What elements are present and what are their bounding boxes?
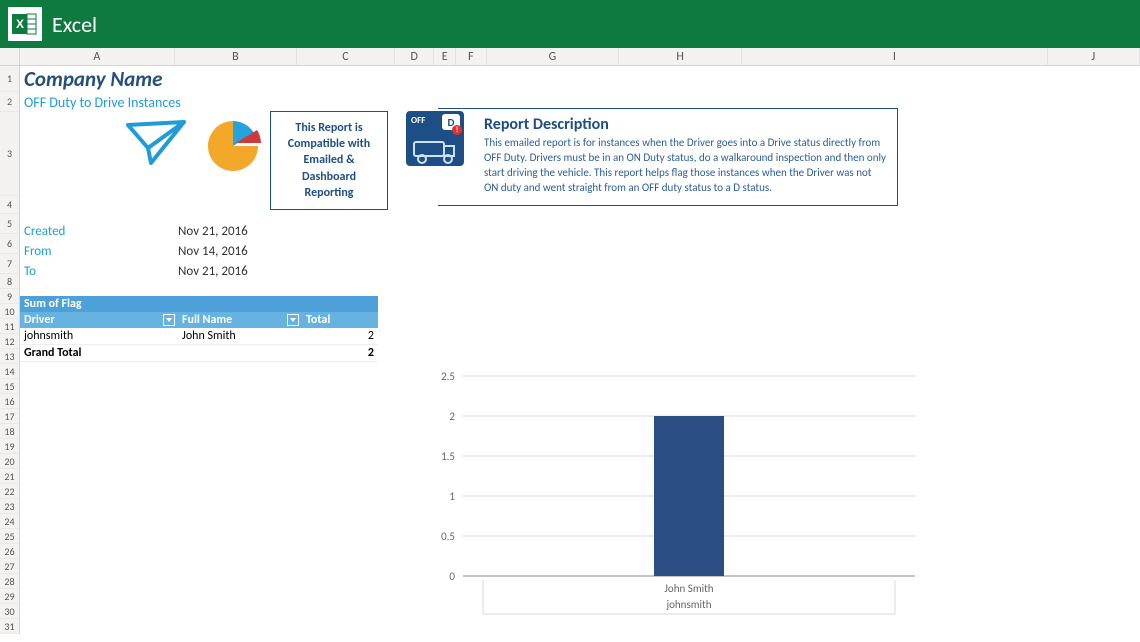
row-header-5[interactable]: 5 bbox=[0, 214, 20, 234]
row-header-28[interactable]: 28 bbox=[0, 574, 20, 589]
svg-text:X: X bbox=[16, 17, 24, 31]
svg-text:0.5: 0.5 bbox=[441, 530, 455, 543]
embedded-chart[interactable]: 0 0.5 1 1.5 2 2.5 John Smith johnsmith bbox=[415, 366, 925, 626]
row-header-1[interactable]: 1 bbox=[0, 66, 20, 92]
svg-text:2: 2 bbox=[449, 410, 455, 423]
col-header-G[interactable]: G bbox=[487, 48, 620, 65]
col-header-E[interactable]: E bbox=[434, 48, 456, 65]
row-header-25[interactable]: 25 bbox=[0, 529, 20, 544]
label-from: From bbox=[24, 244, 52, 259]
row-header-8[interactable]: 8 bbox=[0, 274, 20, 289]
row-header-24[interactable]: 24 bbox=[0, 514, 20, 529]
pivot-column-headers: Driver Full Name Total bbox=[20, 312, 378, 328]
label-created: Created bbox=[24, 224, 65, 239]
col-header-H[interactable]: H bbox=[619, 48, 742, 65]
row-header-7[interactable]: 7 bbox=[0, 254, 20, 274]
row-header-15[interactable]: 15 bbox=[0, 379, 20, 394]
pivot-grand-total-row[interactable]: Grand Total 2 bbox=[20, 345, 378, 362]
col-header-D[interactable]: D bbox=[395, 48, 434, 65]
row-header-gutter[interactable]: 1 2 3 4 5 6 7 8 9 10 11 12 13 14 15 16 1… bbox=[0, 66, 20, 634]
pivot-cell-total: 2 bbox=[302, 328, 378, 344]
col-header-B[interactable]: B bbox=[175, 48, 297, 65]
row-header-9[interactable]: 9 bbox=[0, 289, 20, 304]
row-header-6[interactable]: 6 bbox=[0, 234, 20, 254]
filter-dropdown-icon[interactable] bbox=[163, 314, 175, 326]
pivot-hdr-fullname[interactable]: Full Name bbox=[178, 312, 302, 328]
row-header-20[interactable]: 20 bbox=[0, 454, 20, 469]
row-header-14[interactable]: 14 bbox=[0, 364, 20, 379]
compatibility-note: This Report is Compatible with Emailed &… bbox=[270, 111, 388, 210]
pivot-value-field[interactable]: Sum of Flag bbox=[20, 296, 378, 312]
pivot-hdr-total-label: Total bbox=[306, 313, 330, 327]
badge-off-label: OFF bbox=[411, 115, 425, 126]
row-header-29[interactable]: 29 bbox=[0, 589, 20, 604]
svg-text:John Smith: John Smith bbox=[664, 582, 713, 595]
pivot-hdr-fullname-label: Full Name bbox=[182, 313, 232, 327]
svg-text:0: 0 bbox=[449, 570, 455, 583]
row-header-13[interactable]: 13 bbox=[0, 349, 20, 364]
pivot-hdr-driver[interactable]: Driver bbox=[20, 312, 178, 328]
row-header-17[interactable]: 17 bbox=[0, 409, 20, 424]
row-header-16[interactable]: 16 bbox=[0, 394, 20, 409]
pie-chart-icon bbox=[206, 116, 261, 171]
column-header-row[interactable]: A B C D E F G H I J bbox=[0, 48, 1140, 66]
svg-text:1.5: 1.5 bbox=[441, 450, 455, 463]
report-title: OFF Duty to Drive Instances bbox=[24, 94, 181, 111]
row-header-4[interactable]: 4 bbox=[0, 196, 20, 214]
row-header-31[interactable]: 31 bbox=[0, 619, 20, 634]
value-created: Nov 21, 2016 bbox=[178, 224, 248, 239]
row-header-26[interactable]: 26 bbox=[0, 544, 20, 559]
svg-text:1: 1 bbox=[449, 490, 455, 503]
pivot-grand-label: Grand Total bbox=[20, 345, 178, 361]
paper-plane-icon bbox=[126, 120, 188, 175]
row-header-30[interactable]: 30 bbox=[0, 604, 20, 619]
col-header-A[interactable]: A bbox=[20, 48, 175, 65]
svg-text:johnsmith: johnsmith bbox=[665, 598, 711, 611]
report-description-title: Report Description bbox=[484, 115, 887, 134]
row-header-18[interactable]: 18 bbox=[0, 424, 20, 439]
row-header-21[interactable]: 21 bbox=[0, 469, 20, 484]
pivot-hdr-driver-label: Driver bbox=[24, 313, 55, 327]
pivot-hdr-total[interactable]: Total bbox=[302, 312, 378, 328]
pivot-cell-fullname: John Smith bbox=[178, 328, 302, 344]
bar-chart: 0 0.5 1 1.5 2 2.5 John Smith johnsmith bbox=[415, 366, 925, 626]
app-name: Excel bbox=[52, 11, 97, 38]
excel-app-icon: X bbox=[8, 7, 42, 41]
report-description-body: This emailed report is for instances whe… bbox=[484, 136, 887, 195]
row-header-3[interactable]: 3 bbox=[0, 112, 20, 196]
col-header-C[interactable]: C bbox=[297, 48, 395, 65]
pivot-table[interactable]: Sum of Flag Driver Full Name Total johns… bbox=[20, 296, 378, 362]
row-header-19[interactable]: 19 bbox=[0, 439, 20, 454]
row-header-12[interactable]: 12 bbox=[0, 334, 20, 349]
col-header-I[interactable]: I bbox=[742, 48, 1048, 65]
svg-text:2.5: 2.5 bbox=[441, 370, 455, 383]
select-all-corner[interactable] bbox=[0, 48, 20, 65]
row-header-10[interactable]: 10 bbox=[0, 304, 20, 319]
value-to: Nov 21, 2016 bbox=[178, 264, 248, 279]
pivot-cell-driver: johnsmith bbox=[20, 328, 178, 344]
row-header-23[interactable]: 23 bbox=[0, 499, 20, 514]
col-header-J[interactable]: J bbox=[1048, 48, 1140, 65]
row-header-2[interactable]: 2 bbox=[0, 92, 20, 112]
row-header-22[interactable]: 22 bbox=[0, 484, 20, 499]
app-titlebar: X Excel bbox=[0, 0, 1140, 48]
col-header-F[interactable]: F bbox=[456, 48, 486, 65]
report-description-box: Report Description This emailed report i… bbox=[438, 108, 898, 206]
worksheet-canvas[interactable]: Company Name OFF Duty to Drive Instances… bbox=[20, 66, 1140, 634]
filter-dropdown-icon[interactable] bbox=[287, 314, 299, 326]
pivot-grand-total: 2 bbox=[302, 345, 378, 361]
pivot-grand-blank bbox=[178, 345, 302, 361]
value-from: Nov 14, 2016 bbox=[178, 244, 248, 259]
row-header-27[interactable]: 27 bbox=[0, 559, 20, 574]
pivot-row[interactable]: johnsmith John Smith 2 bbox=[20, 328, 378, 345]
label-to: To bbox=[24, 264, 36, 279]
row-header-11[interactable]: 11 bbox=[0, 319, 20, 334]
company-name: Company Name bbox=[24, 66, 162, 92]
